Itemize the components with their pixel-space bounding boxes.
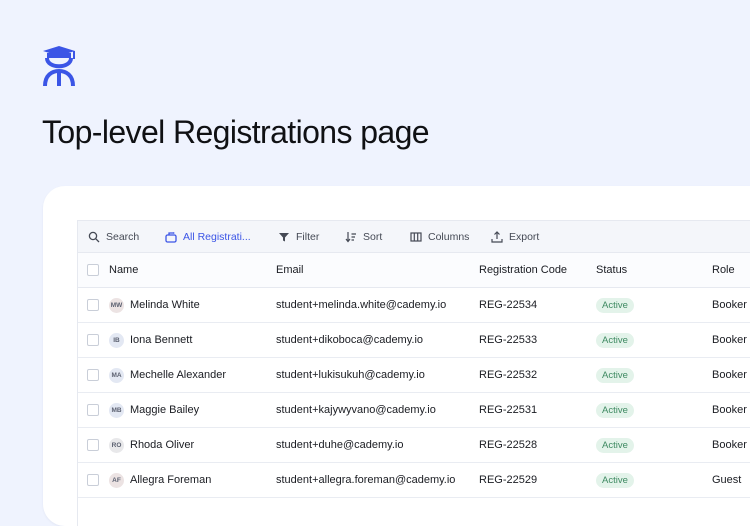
graduate-icon bbox=[43, 46, 75, 87]
view-label: All Registrati... bbox=[183, 230, 251, 243]
row-select-cell bbox=[78, 357, 109, 393]
header-name[interactable]: Name bbox=[109, 253, 276, 288]
row-role: Booker bbox=[712, 392, 750, 428]
header-role[interactable]: Role bbox=[712, 253, 750, 288]
row-role: Guest bbox=[712, 462, 750, 498]
page-title: Top-level Registrations page bbox=[42, 114, 430, 150]
registrations-card: Search All Registrati... Filter Sort Col… bbox=[43, 186, 750, 526]
row-role: Booker bbox=[712, 322, 750, 358]
row-role: Booker bbox=[712, 427, 750, 463]
row-email: student+melinda.white@cademy.io bbox=[276, 287, 479, 323]
row-role: Booker bbox=[712, 357, 750, 393]
table-row[interactable]: MW Melinda White student+melinda.white@cad… bbox=[78, 287, 750, 323]
avatar: AF bbox=[109, 472, 124, 488]
row-select-cell bbox=[78, 392, 109, 428]
row-checkbox[interactable] bbox=[87, 369, 99, 382]
row-name: Melinda White bbox=[130, 299, 200, 311]
columns-icon bbox=[410, 231, 422, 242]
row-name: Maggie Bailey bbox=[130, 404, 200, 416]
row-checkbox[interactable] bbox=[87, 334, 99, 347]
columns-button[interactable]: Columns bbox=[410, 221, 469, 252]
row-email: student+kajywyvano@cademy.io bbox=[276, 392, 479, 428]
avatar: IB bbox=[109, 332, 124, 348]
status-badge: Active bbox=[596, 332, 634, 348]
status-cell: Active bbox=[596, 427, 712, 463]
row-email: student+dikoboca@cademy.io bbox=[276, 322, 479, 358]
avatar: RO bbox=[109, 437, 124, 453]
table-row[interactable]: RO Rhoda Oliver student+duhe@cademy.io REG-… bbox=[78, 427, 750, 463]
search-button[interactable]: Search bbox=[88, 221, 139, 252]
status-badge: Active bbox=[596, 472, 634, 488]
name-cell: MW Melinda White bbox=[109, 287, 276, 323]
status-cell: Active bbox=[596, 357, 712, 393]
row-email: student+duhe@cademy.io bbox=[276, 427, 479, 463]
name-cell: RO Rhoda Oliver bbox=[109, 427, 276, 463]
table-row[interactable]: MA Mechelle Alexander student+lukisukuh@ca… bbox=[78, 357, 750, 393]
row-name: Rhoda Oliver bbox=[130, 439, 195, 451]
columns-label: Columns bbox=[428, 230, 470, 243]
select-all-cell bbox=[78, 253, 109, 288]
row-registration-code: REG-22532 bbox=[479, 357, 596, 393]
row-select-cell bbox=[78, 427, 109, 463]
data-table: Name Email Registration Code Status Role… bbox=[78, 253, 750, 498]
name-cell: MB Maggie Bailey bbox=[109, 392, 276, 428]
select-all-checkbox[interactable] bbox=[87, 264, 99, 277]
row-registration-code: REG-22528 bbox=[479, 427, 596, 463]
status-badge: Active bbox=[596, 367, 634, 383]
status-badge: Active bbox=[596, 437, 634, 453]
row-select-cell bbox=[78, 287, 109, 323]
name-cell: IB Iona Bennett bbox=[109, 322, 276, 358]
table-header-row: Name Email Registration Code Status Role bbox=[78, 253, 750, 288]
avatar: MW bbox=[109, 297, 124, 313]
avatar: MB bbox=[109, 402, 124, 418]
status-badge: Active bbox=[596, 297, 634, 313]
filter-button[interactable]: Filter bbox=[278, 221, 319, 252]
status-cell: Active bbox=[596, 392, 712, 428]
row-name: Iona Bennett bbox=[130, 334, 193, 346]
header-registration-code[interactable]: Registration Code bbox=[479, 253, 596, 288]
row-registration-code: REG-22534 bbox=[479, 287, 596, 323]
row-registration-code: REG-22531 bbox=[479, 392, 596, 428]
avatar: MA bbox=[109, 367, 124, 383]
sort-icon bbox=[345, 231, 356, 242]
row-registration-code: REG-22529 bbox=[479, 462, 596, 498]
search-icon bbox=[88, 231, 100, 242]
row-email: student+allegra.foreman@cademy.io bbox=[276, 462, 479, 498]
search-label: Search bbox=[106, 230, 140, 243]
filter-label: Filter bbox=[296, 230, 320, 243]
view-selector-button[interactable]: All Registrati... bbox=[165, 221, 251, 252]
row-checkbox[interactable] bbox=[87, 474, 99, 487]
header-status[interactable]: Status bbox=[596, 253, 712, 288]
header-email[interactable]: Email bbox=[276, 253, 479, 288]
row-checkbox[interactable] bbox=[87, 404, 99, 417]
table-row[interactable]: AF Allegra Foreman student+allegra.foreman… bbox=[78, 462, 750, 498]
filter-icon bbox=[279, 232, 289, 241]
export-label: Export bbox=[509, 230, 540, 243]
status-cell: Active bbox=[596, 287, 712, 323]
row-role: Booker bbox=[712, 287, 750, 323]
row-name: Allegra Foreman bbox=[130, 474, 212, 486]
status-cell: Active bbox=[596, 322, 712, 358]
status-badge: Active bbox=[596, 402, 634, 418]
row-select-cell bbox=[78, 322, 109, 358]
export-icon bbox=[491, 230, 503, 243]
status-cell: Active bbox=[596, 462, 712, 498]
sort-button[interactable]: Sort bbox=[345, 221, 382, 252]
row-registration-code: REG-22533 bbox=[479, 322, 596, 358]
name-cell: MA Mechelle Alexander bbox=[109, 357, 276, 393]
name-cell: AF Allegra Foreman bbox=[109, 462, 276, 498]
table-row[interactable]: MB Maggie Bailey student+kajywyvano@cademy… bbox=[78, 392, 750, 428]
view-icon bbox=[165, 231, 177, 243]
row-checkbox[interactable] bbox=[87, 299, 99, 312]
export-button[interactable]: Export bbox=[491, 221, 539, 252]
row-name: Mechelle Alexander bbox=[130, 369, 227, 381]
row-select-cell bbox=[78, 462, 109, 498]
table-toolbar: Search All Registrati... Filter Sort Col… bbox=[78, 221, 750, 253]
row-email: student+lukisukuh@cademy.io bbox=[276, 357, 479, 393]
registrations-table: Search All Registrati... Filter Sort Col… bbox=[77, 220, 750, 526]
row-checkbox[interactable] bbox=[87, 439, 99, 452]
sort-label: Sort bbox=[363, 230, 383, 243]
table-row[interactable]: IB Iona Bennett student+dikoboca@cademy.io… bbox=[78, 322, 750, 358]
